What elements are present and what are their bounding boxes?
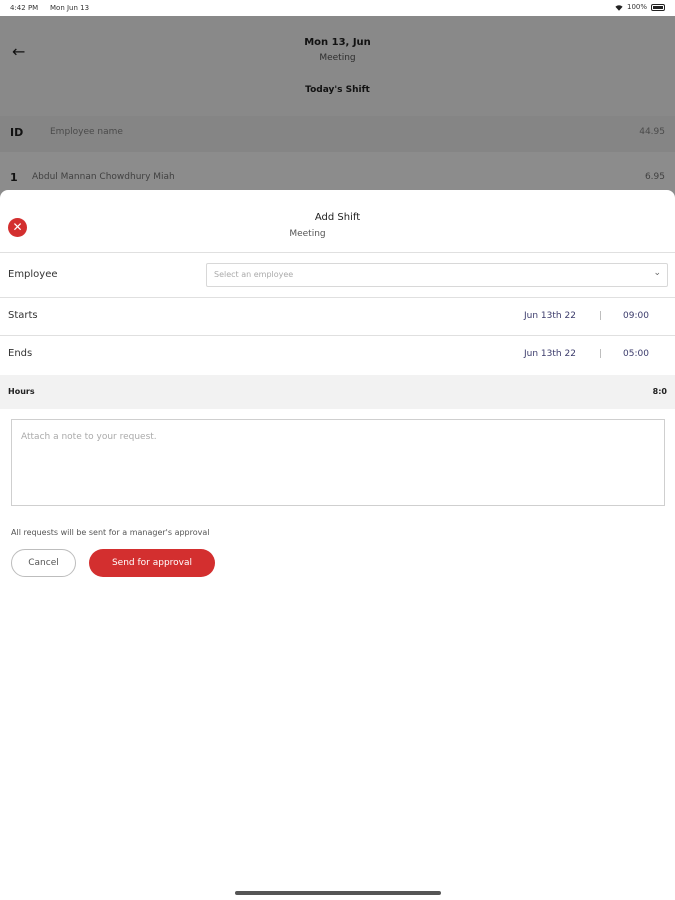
ends-label: Ends: [8, 348, 33, 359]
note-input[interactable]: [11, 419, 665, 506]
battery-icon: [651, 3, 665, 11]
wifi-icon: [615, 4, 623, 11]
starts-date[interactable]: Jun 13th 22: [524, 311, 576, 321]
approval-notice: All requests will be sent for a manager'…: [11, 528, 210, 537]
ends-date[interactable]: Jun 13th 22: [524, 349, 576, 359]
sheet-title: Add Shift: [314, 212, 361, 223]
status-right: 100%: [615, 3, 665, 11]
employee-label: Employee: [8, 269, 58, 280]
home-indicator[interactable]: [235, 891, 441, 895]
status-bar: 4:42 PM Mon Jun 13 100%: [0, 0, 675, 16]
employee-select[interactable]: Select an employee ⌄: [206, 263, 668, 287]
status-time: 4:42 PM: [10, 4, 39, 12]
battery-percentage: 100%: [626, 3, 647, 11]
starts-label: Starts: [8, 310, 38, 321]
status-date: Mon Jun 13: [50, 4, 90, 12]
sheet-subtitle: Meeting: [289, 229, 326, 239]
employee-select-placeholder: Select an employee: [214, 270, 294, 279]
starts-separator: |: [599, 311, 603, 321]
chevron-down-icon: ⌄: [653, 268, 661, 278]
cancel-button[interactable]: Cancel: [11, 549, 76, 577]
hours-value: 8:0: [652, 387, 667, 396]
hours-label: Hours: [8, 387, 35, 396]
divider: [0, 252, 675, 253]
hours-summary: Hours 8:0: [0, 375, 675, 409]
ends-separator: |: [599, 349, 603, 359]
starts-time[interactable]: 09:00: [623, 311, 649, 321]
ends-time[interactable]: 05:00: [623, 349, 649, 359]
add-shift-sheet: ✕ Add Shift Meeting Employee Select an e…: [0, 190, 675, 900]
divider: [0, 335, 675, 336]
send-for-approval-button[interactable]: Send for approval: [89, 549, 215, 577]
divider: [0, 297, 675, 298]
